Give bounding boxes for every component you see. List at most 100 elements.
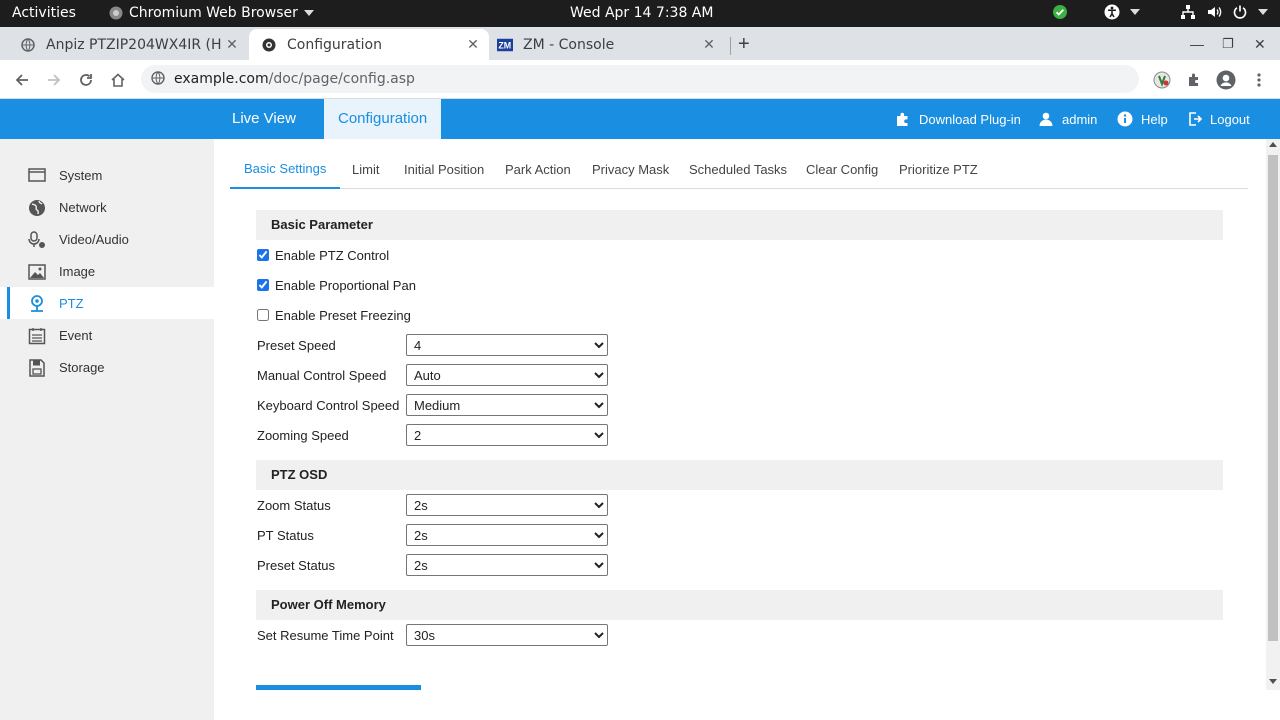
new-tab-plus-icon[interactable]: + <box>738 33 750 56</box>
scroll-up-arrow-icon[interactable] <box>1269 142 1277 147</box>
pt-status-select[interactable]: 2s <box>406 524 608 546</box>
set-resume-time-point-select[interactable]: 30s <box>406 624 608 646</box>
page-scrollbar[interactable] <box>1266 139 1280 690</box>
sidebar-item-network[interactable]: Network <box>0 191 214 223</box>
tab-limit[interactable]: Limit <box>352 162 379 177</box>
address-bar[interactable]: example.com/doc/page/config.asp <box>141 65 1139 93</box>
activities-button[interactable]: Activities <box>12 5 76 21</box>
sidebar-item-label: Event <box>59 328 93 343</box>
close-tab-icon[interactable]: ✕ <box>222 37 242 53</box>
ptz-icon <box>31 295 43 312</box>
scroll-down-arrow-icon[interactable] <box>1269 679 1277 684</box>
user-icon <box>1039 112 1053 126</box>
sidebar-item-ptz[interactable]: PTZ <box>0 287 214 319</box>
restore-icon[interactable]: ❐ <box>1222 36 1234 52</box>
storage-icon <box>29 359 45 377</box>
manual-control-speed-select[interactable]: Auto <box>406 364 608 386</box>
zm-favicon-icon: ZM <box>497 37 513 53</box>
zoom-status-select[interactable]: 2s <box>406 494 608 516</box>
sidebar-item-image[interactable]: Image <box>0 255 214 287</box>
keyboard-control-speed-label: Keyboard Control Speed <box>257 398 400 413</box>
pt-status-label: PT Status <box>257 528 314 543</box>
app-menu[interactable]: Chromium Web Browser <box>109 5 314 21</box>
section-basic-parameter: Basic Parameter <box>256 210 1223 240</box>
enable-ptz-control-input[interactable] <box>257 249 269 261</box>
logout-label: Logout <box>1210 111 1250 127</box>
logout-link[interactable]: Logout <box>1188 99 1250 139</box>
browser-toolbar: example.com/doc/page/config.asp <box>0 60 1280 99</box>
download-plugin-link[interactable]: Download Plug-in <box>895 99 1021 139</box>
kebab-menu-icon[interactable] <box>1247 68 1271 92</box>
tab-privacy-mask[interactable]: Privacy Mask <box>592 162 669 177</box>
clock[interactable]: Wed Apr 14 7:38 AM <box>570 5 713 21</box>
chevron-down-icon <box>1130 9 1140 15</box>
event-icon <box>28 328 46 345</box>
tab-scheduled-tasks[interactable]: Scheduled Tasks <box>689 162 787 177</box>
home-icon[interactable] <box>106 68 130 92</box>
sidebar-item-label: Network <box>59 200 107 215</box>
camera-favicon-icon <box>261 37 277 53</box>
help-link[interactable]: Help <box>1117 99 1168 139</box>
info-icon <box>1117 111 1133 127</box>
preset-speed-select[interactable]: 4 <box>406 334 608 356</box>
help-label: Help <box>1141 111 1168 127</box>
scrollbar-thumb[interactable] <box>1268 155 1278 641</box>
enable-preset-freezing-checkbox[interactable]: Enable Preset Freezing <box>256 305 411 325</box>
close-window-icon[interactable]: ✕ <box>1254 36 1266 53</box>
svg-text:ZM: ZM <box>498 40 511 50</box>
manual-control-speed-label: Manual Control Speed <box>257 368 387 383</box>
sidebar-item-label: Storage <box>59 360 105 375</box>
url-text: example.com/doc/page/config.asp <box>174 71 415 87</box>
enable-proportional-pan-checkbox[interactable]: Enable Proportional Pan <box>256 275 416 295</box>
browser-tab-zm-console[interactable]: ZM ZM - Console ✕ <box>485 29 725 60</box>
username: admin <box>1062 111 1098 127</box>
sidebar-item-label: Image <box>59 264 96 279</box>
close-tab-icon[interactable]: ✕ <box>463 37 483 53</box>
sidebar-item-label: PTZ <box>59 296 84 311</box>
network-wired-icon <box>1181 5 1195 19</box>
enable-preset-freezing-input[interactable] <box>257 309 269 321</box>
image-icon <box>28 264 46 280</box>
user-menu[interactable]: admin <box>1038 99 1097 139</box>
sidebar-item-event[interactable]: Event <box>0 319 214 351</box>
tab-title: Configuration <box>287 36 382 53</box>
nav-configuration[interactable]: Configuration <box>324 99 442 139</box>
back-arrow-icon[interactable] <box>10 68 34 92</box>
close-tab-icon[interactable]: ✕ <box>699 37 719 53</box>
url-host: example.com <box>174 71 269 87</box>
sidebar-item-video-audio[interactable]: Video/Audio <box>0 223 214 255</box>
system-tray[interactable] <box>1052 4 1268 20</box>
tab-basic-settings[interactable]: Basic Settings <box>229 161 341 189</box>
keyboard-control-speed-select[interactable]: Medium <box>406 394 608 416</box>
browser-tab-strip: Anpiz PTZIP204WX4IR (Hi ✕ Configuration … <box>0 27 1280 60</box>
tab-initial-position[interactable]: Initial Position <box>404 162 484 177</box>
enable-proportional-pan-input[interactable] <box>257 279 269 291</box>
forward-arrow-icon[interactable] <box>42 68 66 92</box>
puzzle-extensions-icon[interactable] <box>1182 68 1206 92</box>
sidebar-item-system[interactable]: System <box>0 159 214 191</box>
zooming-speed-label: Zooming Speed <box>257 428 349 443</box>
section-power-off-memory: Power Off Memory <box>256 590 1223 620</box>
nav-live-view[interactable]: Live View <box>232 99 296 139</box>
app-menu-label: Chromium Web Browser <box>129 5 298 21</box>
reload-icon[interactable] <box>74 68 98 92</box>
browser-tab-configuration[interactable]: Configuration ✕ <box>249 29 489 60</box>
minimize-icon[interactable]: — <box>1190 36 1204 52</box>
tab-park-action[interactable]: Park Action <box>505 162 571 177</box>
site-info-icon[interactable] <box>151 71 165 90</box>
enable-ptz-control-checkbox[interactable]: Enable PTZ Control <box>256 245 389 265</box>
enable-ptz-control-label: Enable PTZ Control <box>275 247 390 263</box>
profile-avatar-icon[interactable] <box>1214 68 1238 92</box>
extension-shield-icon[interactable] <box>1150 68 1174 92</box>
browser-tab-anpiz[interactable]: Anpiz PTZIP204WX4IR (Hi ✕ <box>8 29 248 60</box>
save-button[interactable] <box>256 685 421 690</box>
chevron-down-icon <box>1258 9 1268 15</box>
zooming-speed-select[interactable]: 2 <box>406 424 608 446</box>
preset-status-select[interactable]: 2s <box>406 554 608 576</box>
preset-status-label: Preset Status <box>257 558 336 573</box>
tab-prioritize-ptz[interactable]: Prioritize PTZ <box>899 162 978 177</box>
tab-clear-config[interactable]: Clear Config <box>806 162 878 177</box>
logout-icon <box>1189 112 1202 126</box>
sidebar-item-label: System <box>59 168 103 183</box>
sidebar-item-storage[interactable]: Storage <box>0 351 214 383</box>
